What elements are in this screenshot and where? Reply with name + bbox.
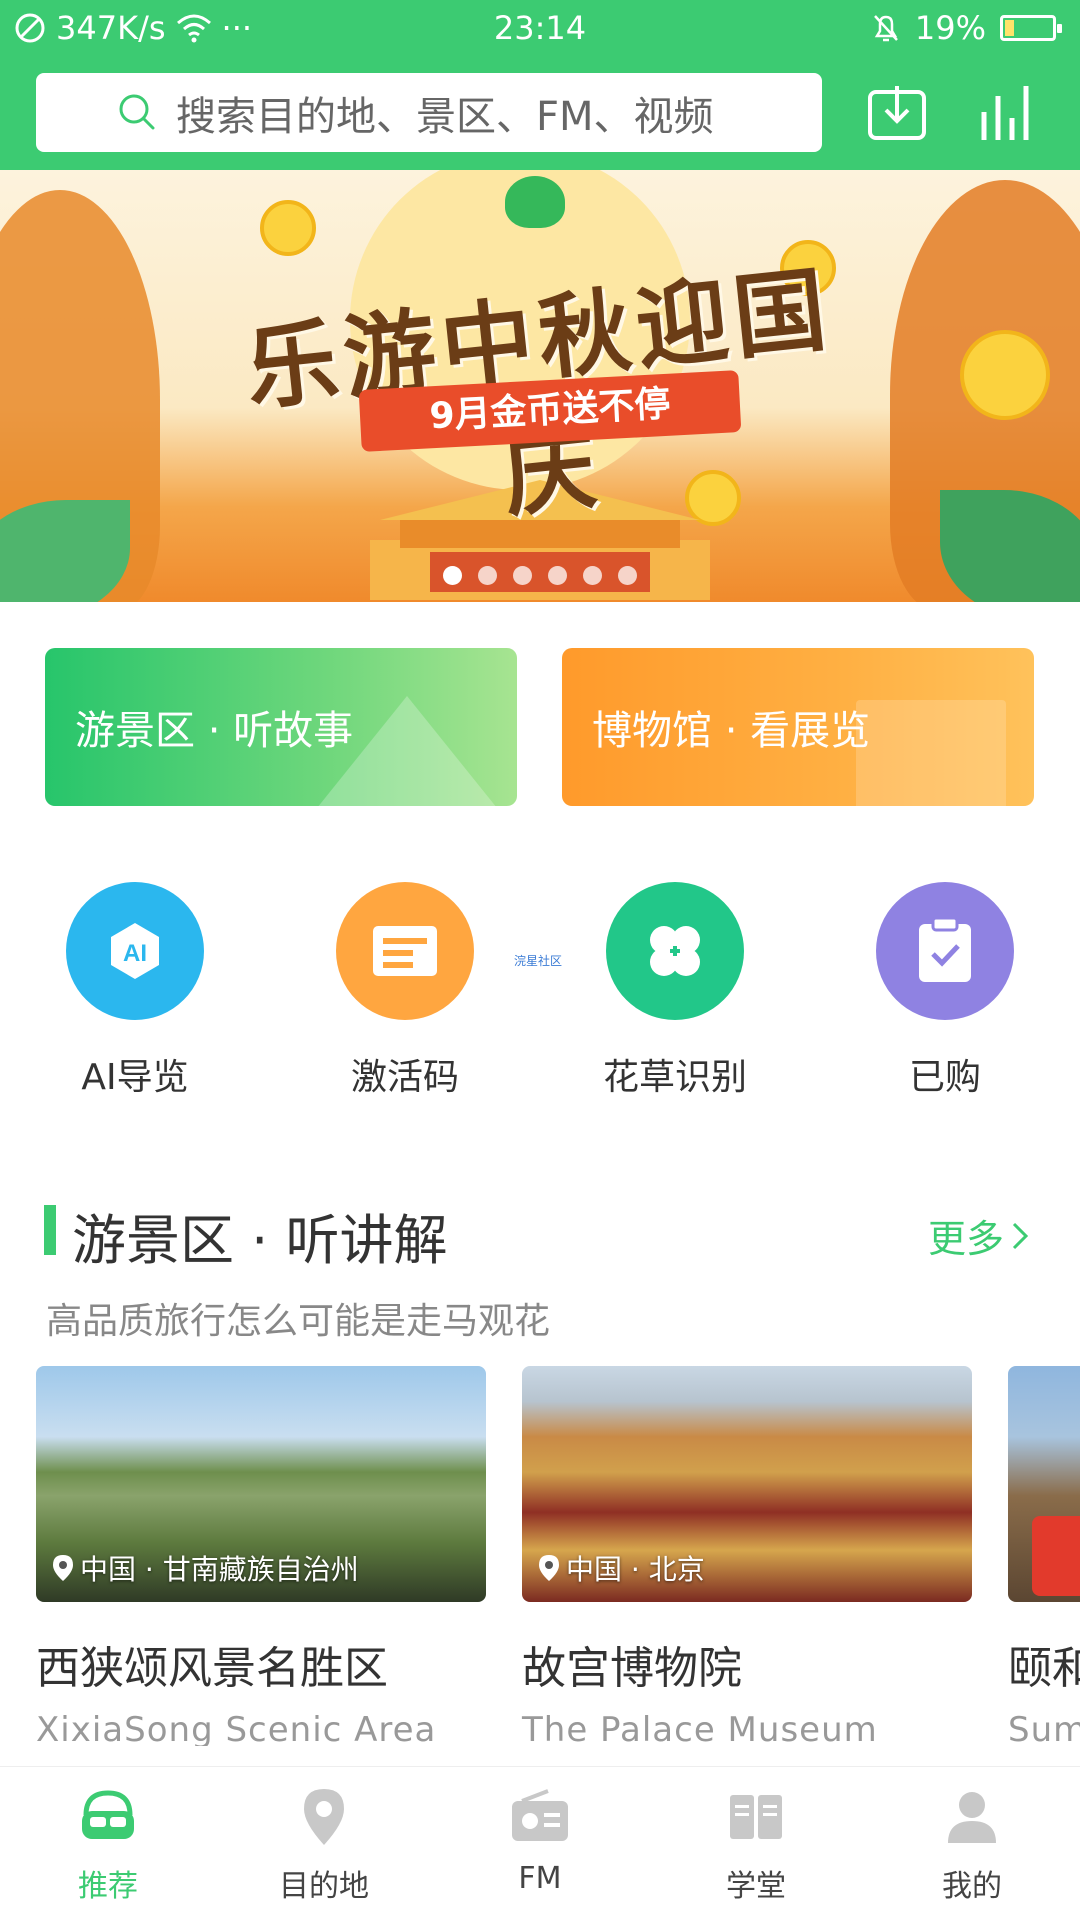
clover-icon: [606, 882, 744, 1020]
place-photo: 中国 · 甘南藏族自治州: [36, 1366, 486, 1602]
book-icon: [730, 1795, 782, 1839]
section-title: 游景区 · 听讲解: [72, 1209, 448, 1272]
location-pin-icon: [53, 1555, 73, 1581]
more-link[interactable]: 更多: [928, 1208, 1030, 1263]
svg-text:AI: AI: [123, 940, 147, 967]
coin-icon: [260, 200, 316, 256]
vr-headset-icon: [82, 1790, 134, 1839]
quick-entry-label: AI导览: [81, 1057, 189, 1098]
clipboard-check-icon: [876, 882, 1014, 1020]
carousel-dot[interactable]: [548, 566, 567, 585]
place-name: 西狭颂风景名胜区: [36, 1643, 388, 1694]
search-icon: [119, 94, 155, 130]
bottom-tab-bar: 推荐 目的地 FM 学堂 我的: [0, 1766, 1080, 1920]
place-name: 颐和: [1008, 1643, 1080, 1694]
place-card[interactable]: 中国 · 甘南藏族自治州 西狭颂风景名胜区 XixiaSong Scenic A…: [36, 1366, 486, 1746]
place-photo: 中国 · 北京: [522, 1366, 972, 1602]
place-english-name: XixiaSong Scenic Area: [36, 1710, 437, 1746]
banner-leaf: [940, 490, 1080, 602]
tab-label: 我的: [942, 1869, 1002, 1904]
tab-label: 目的地: [279, 1869, 369, 1904]
banner-bird-mascot: [505, 176, 565, 228]
status-bar: 347K/s ··· 23:14 19%: [0, 0, 1080, 56]
red-packet-icon: [1032, 1516, 1080, 1596]
place-location-text: 中国 · 北京: [566, 1553, 705, 1586]
place-name: 故宫博物院: [522, 1643, 742, 1694]
card-label: 博物馆 · 看展览: [592, 708, 871, 754]
tab-label: 学堂: [726, 1869, 786, 1904]
quick-entry-ai-guide[interactable]: AI AI导览: [65, 882, 205, 1100]
tab-academy[interactable]: 学堂: [648, 1767, 864, 1920]
carousel-indicator: [0, 566, 1080, 585]
tab-me[interactable]: 我的: [864, 1767, 1080, 1920]
location-pin-icon: [539, 1555, 559, 1581]
place-location: 中国 · 甘南藏族自治州: [52, 1548, 359, 1588]
promo-banner[interactable]: 乐游中秋迎国庆 9月金币送不停: [0, 170, 1080, 602]
battery-percent: 19%: [914, 9, 986, 47]
place-location-text: 中国 · 甘南藏族自治州: [80, 1553, 359, 1586]
tab-label: FM: [518, 1861, 562, 1896]
download-icon[interactable]: [866, 82, 928, 144]
places-carousel[interactable]: 中国 · 甘南藏族自治州 西狭颂风景名胜区 XixiaSong Scenic A…: [0, 1366, 1080, 1746]
tab-recommend[interactable]: 推荐: [0, 1767, 216, 1920]
ai-icon: AI: [66, 882, 204, 1020]
tab-destination[interactable]: 目的地: [216, 1767, 432, 1920]
search-placeholder: 搜索目的地、景区、FM、视频: [176, 93, 714, 140]
watermark-text: 浣星社区: [514, 954, 563, 968]
mountain-icon: [317, 696, 497, 806]
museum-exhibit-card[interactable]: 博物馆 · 看展览: [562, 648, 1034, 806]
carousel-dot[interactable]: [513, 566, 532, 585]
place-english-name: The Palace Museum: [522, 1710, 878, 1746]
app-header: 347K/s ··· 23:14 19% 搜索目的地、景区、FM、视频: [0, 0, 1080, 170]
place-english-name: Sum: [1008, 1710, 1080, 1746]
quick-entry-label: 已购: [908, 1057, 981, 1098]
location-pin-icon: [304, 1789, 344, 1845]
more-label: 更多: [927, 1217, 1004, 1261]
quick-entry-activation-code[interactable]: 激活码: [335, 882, 475, 1100]
code-card-icon: [336, 882, 474, 1020]
search-input[interactable]: 搜索目的地、景区、FM、视频: [36, 73, 822, 152]
quick-entry-label: 激活码: [350, 1057, 459, 1098]
radio-icon: [512, 1789, 568, 1841]
place-location: 中国 · 北京: [538, 1548, 705, 1588]
place-card[interactable]: 颐和 Sum: [1008, 1366, 1080, 1746]
card-label: 游景区 · 听故事: [75, 708, 354, 754]
battery-icon: [1000, 15, 1062, 41]
carousel-dot[interactable]: [443, 566, 462, 585]
place-photo: [1008, 1366, 1080, 1602]
coin-icon: [960, 330, 1050, 420]
carousel-dot[interactable]: [618, 566, 637, 585]
mute-bell-icon: [873, 15, 898, 42]
person-icon: [948, 1792, 996, 1843]
section-subtitle: 高品质旅行怎么可能是走马观花: [46, 1301, 551, 1342]
quick-entry-plant-id[interactable]: 花草识别: [603, 882, 747, 1100]
place-card[interactable]: 中国 · 北京 故宫博物院 The Palace Museum: [522, 1366, 972, 1746]
chart-icon[interactable]: [976, 82, 1038, 144]
tab-label: 推荐: [78, 1869, 138, 1904]
chevron-right-icon: [1012, 1222, 1029, 1249]
museum-building-icon: [856, 700, 1006, 806]
quick-entry-purchased[interactable]: 已购: [875, 882, 1015, 1100]
quick-entry-label: 花草识别: [602, 1057, 747, 1098]
scenic-story-card[interactable]: 游景区 · 听故事: [45, 648, 517, 806]
carousel-dot[interactable]: [478, 566, 497, 585]
tab-fm[interactable]: FM: [432, 1767, 648, 1920]
carousel-dot[interactable]: [583, 566, 602, 585]
banner-leaf: [0, 500, 130, 602]
section-accent-bar: [44, 1205, 56, 1255]
